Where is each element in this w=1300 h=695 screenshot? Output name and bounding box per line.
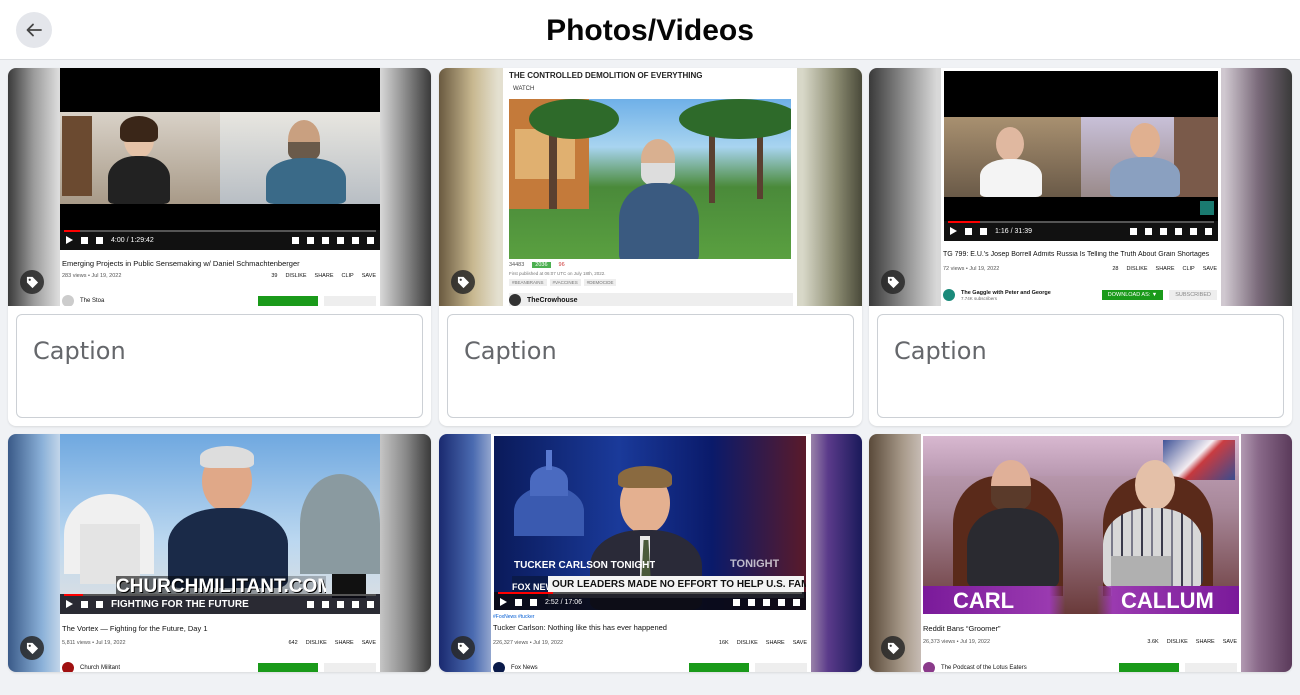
tag-icon	[887, 276, 899, 288]
tag-icon	[457, 276, 469, 288]
caption-input[interactable]: Caption	[16, 314, 423, 418]
screenshot-image: 1:16 / 31:39 TG 799: E.U.'s Josep Borrel…	[941, 68, 1221, 306]
tag-button[interactable]	[20, 636, 44, 660]
media-thumbnail[interactable]: CARL CALLUM Reddit Bans “Groomer” 26,373…	[869, 434, 1292, 672]
video-time: 4:00 / 1:29:42	[111, 236, 154, 244]
page-title: Photos/Videos	[546, 14, 754, 47]
tag-icon	[26, 276, 38, 288]
screenshot-image: THE CONTROLLED DEMOLITION OF EVERYTHING …	[503, 68, 797, 306]
video-title: TG 799: E.U.'s Josep Borrell Admits Russ…	[943, 251, 1210, 258]
headline: THE CONTROLLED DEMOLITION OF EVERYTHING	[509, 71, 703, 80]
channel-name: Fox News	[511, 665, 538, 671]
caption-input[interactable]: Caption	[447, 314, 854, 418]
tag-icon	[26, 642, 38, 654]
screenshot-image: CARL CALLUM Reddit Bans “Groomer” 26,373…	[921, 434, 1241, 672]
media-card: 1:16 / 31:39 TG 799: E.U.'s Josep Borrel…	[869, 68, 1292, 426]
video-title: Tucker Carlson: Nothing like this has ev…	[493, 623, 667, 632]
video-title: Reddit Bans “Groomer”	[923, 624, 1001, 633]
header: Photos/Videos	[0, 0, 1300, 60]
media-card: 4:00 / 1:29:42 Emerging Projects in Publ…	[8, 68, 431, 426]
media-thumbnail[interactable]: CHURCHMILITANT.COM/FFF FIGHTING FOR THE …	[8, 434, 431, 672]
video-time: 2:52 / 17:06	[545, 598, 582, 606]
media-thumbnail[interactable]: 4:00 / 1:29:42 Emerging Projects in Publ…	[8, 68, 431, 306]
tag-button[interactable]	[881, 636, 905, 660]
tag-icon	[887, 642, 899, 654]
media-card: CARL CALLUM Reddit Bans “Groomer” 26,373…	[869, 434, 1292, 672]
screenshot-image: TONIGHT TUCKER CARLSON TONIGHT FOX NEWS …	[491, 434, 811, 672]
channel-name: TheCrowhouse	[527, 296, 578, 304]
channel-name: Church Militant	[80, 665, 121, 671]
media-thumbnail[interactable]: THE CONTROLLED DEMOLITION OF EVERYTHING …	[439, 68, 862, 306]
tag-button[interactable]	[20, 270, 44, 294]
name-right: CALLUM	[1121, 588, 1214, 613]
banner-text: OUR LEADERS MADE NO EFFORT TO HELP U.S. …	[552, 579, 806, 590]
name-left: CARL	[953, 588, 1015, 613]
screenshot-image: 4:00 / 1:29:42 Emerging Projects in Publ…	[60, 68, 380, 306]
caption-input[interactable]: Caption	[877, 314, 1284, 418]
screenshot-image: CHURCHMILITANT.COM/FFF FIGHTING FOR THE …	[60, 434, 380, 672]
media-thumbnail[interactable]: 1:16 / 31:39 TG 799: E.U.'s Josep Borrel…	[869, 68, 1292, 306]
media-thumbnail[interactable]: TONIGHT TUCKER CARLSON TONIGHT FOX NEWS …	[439, 434, 862, 672]
media-card: CHURCHMILITANT.COM/FFF FIGHTING FOR THE …	[8, 434, 431, 672]
tag-icon	[457, 642, 469, 654]
tag-button[interactable]	[451, 270, 475, 294]
tag-button[interactable]	[451, 636, 475, 660]
tag-button[interactable]	[881, 270, 905, 294]
channel-name: The Podcast of the Lotus Eaters	[941, 665, 1027, 671]
media-card: TONIGHT TUCKER CARLSON TONIGHT FOX NEWS …	[439, 434, 862, 672]
video-time: 1:16 / 31:39	[995, 227, 1032, 235]
video-title: The Vortex — Fighting for the Future, Da…	[62, 624, 208, 633]
media-card: THE CONTROLLED DEMOLITION OF EVERYTHING …	[439, 68, 862, 426]
banner-text: CHURCHMILITANT.COM/FFF	[116, 576, 326, 596]
channel-name: The Stoa	[80, 298, 105, 304]
video-title: Emerging Projects in Public Sensemaking …	[62, 259, 300, 268]
